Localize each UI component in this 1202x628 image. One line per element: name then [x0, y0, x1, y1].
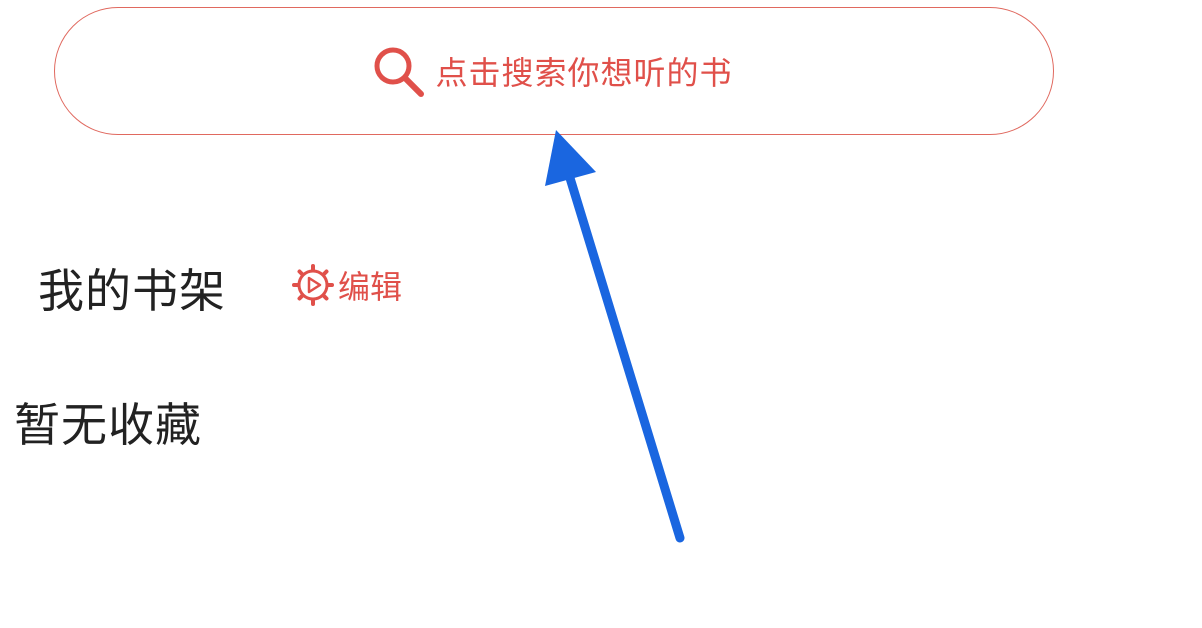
bookshelf-title: 我的书架 [38, 264, 226, 318]
search-placeholder: 点击搜索你想听的书 [435, 54, 733, 92]
search-icon [374, 47, 425, 97]
search-bar-content: 点击搜索你想听的书 [369, 42, 732, 100]
arrow-shaft [565, 173, 685, 543]
empty-state-text: 暂无收藏 [14, 398, 202, 452]
edit-button[interactable]: 编辑 [292, 262, 402, 308]
search-bar[interactable]: 点击搜索你想听的书 [54, 7, 1054, 135]
gear-play-icon [292, 264, 334, 306]
edit-label: 编辑 [338, 268, 403, 306]
arrow-head [545, 130, 596, 186]
